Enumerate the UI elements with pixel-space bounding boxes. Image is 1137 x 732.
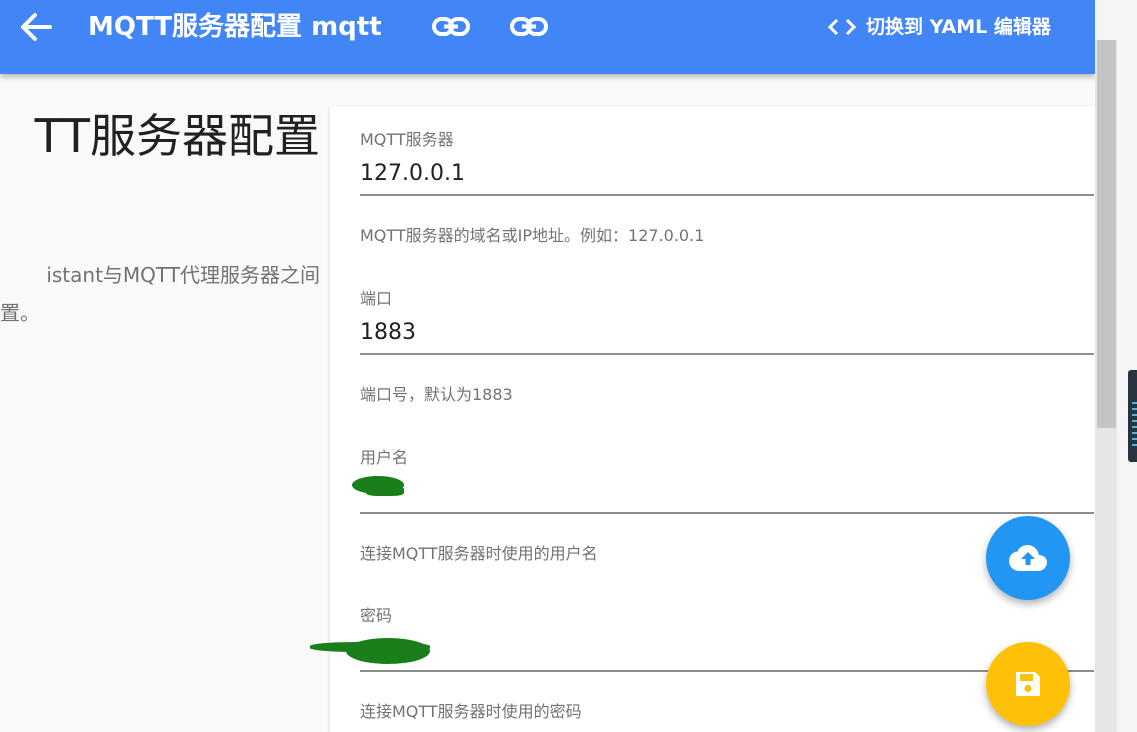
switch-yaml-editor-label: 切换到 YAML 编辑器 xyxy=(866,16,1051,38)
port-input[interactable]: 1883 xyxy=(360,313,1094,355)
side-widget-bar xyxy=(1132,408,1137,410)
upload-fab-button[interactable] xyxy=(986,516,1070,600)
link-button-2[interactable] xyxy=(510,11,548,43)
port-help-text: 端口号，默认为1883 xyxy=(360,385,513,404)
password-help-text: 连接MQTT服务器时使用的密码 xyxy=(360,702,582,721)
code-icon xyxy=(827,18,857,36)
link-icon xyxy=(510,17,548,36)
username-help-text: 连接MQTT服务器时使用的用户名 xyxy=(360,544,598,563)
link-icon xyxy=(432,17,470,36)
link-button-1[interactable] xyxy=(432,11,470,43)
top-app-bar: MQTT服务器配置 mqtt 切换到 YAML 编辑器 xyxy=(0,0,1095,74)
arrow-left-icon xyxy=(21,13,52,41)
side-widget-bar xyxy=(1132,426,1137,428)
username-label: 用户名 xyxy=(360,448,409,467)
cloud-upload-icon xyxy=(1009,545,1047,571)
app-window: MQTT服务器配置 mqtt 切换到 YAML 编辑器 TT服务器配置 ista… xyxy=(0,0,1137,732)
username-redaction xyxy=(366,486,404,496)
password-redaction xyxy=(346,638,430,664)
intro-description-line-1: istant与MQTT代理服务器之间 xyxy=(46,263,320,287)
intro-description-line-2: 置。 xyxy=(0,301,40,325)
broker-help-text: MQTT服务器的域名或IP地址。例如：127.0.0.1 xyxy=(360,226,705,245)
config-form-card: MQTT服务器 127.0.0.1 MQTT服务器的域名或IP地址。例如：127… xyxy=(310,106,1110,732)
side-widget-bar xyxy=(1132,432,1137,434)
password-input[interactable] xyxy=(360,630,1094,672)
side-widget-handle[interactable] xyxy=(1128,370,1137,462)
port-label: 端口 xyxy=(360,289,393,308)
scrollbar-thumb[interactable] xyxy=(1097,40,1116,428)
side-widget-bar xyxy=(1132,414,1137,416)
side-widget-bar xyxy=(1132,444,1137,446)
switch-yaml-editor-button[interactable]: 切换到 YAML 编辑器 xyxy=(826,12,1051,42)
password-label: 密码 xyxy=(360,606,393,625)
side-widget-bar xyxy=(1132,402,1137,404)
broker-label: MQTT服务器 xyxy=(360,130,454,149)
save-fab-button[interactable] xyxy=(986,642,1070,726)
back-button[interactable] xyxy=(18,9,56,45)
username-input[interactable] xyxy=(360,472,1094,514)
floppy-disk-icon xyxy=(1016,672,1040,696)
intro-title: TT服务器配置 xyxy=(34,109,320,163)
intro-description: istant与MQTT代理服务器之间 置。 xyxy=(0,256,320,332)
side-widget-bar xyxy=(1132,420,1137,422)
page-title: MQTT服务器配置 mqtt xyxy=(88,12,382,42)
broker-input[interactable]: 127.0.0.1 xyxy=(360,154,1094,196)
side-widget-bar xyxy=(1132,438,1137,440)
